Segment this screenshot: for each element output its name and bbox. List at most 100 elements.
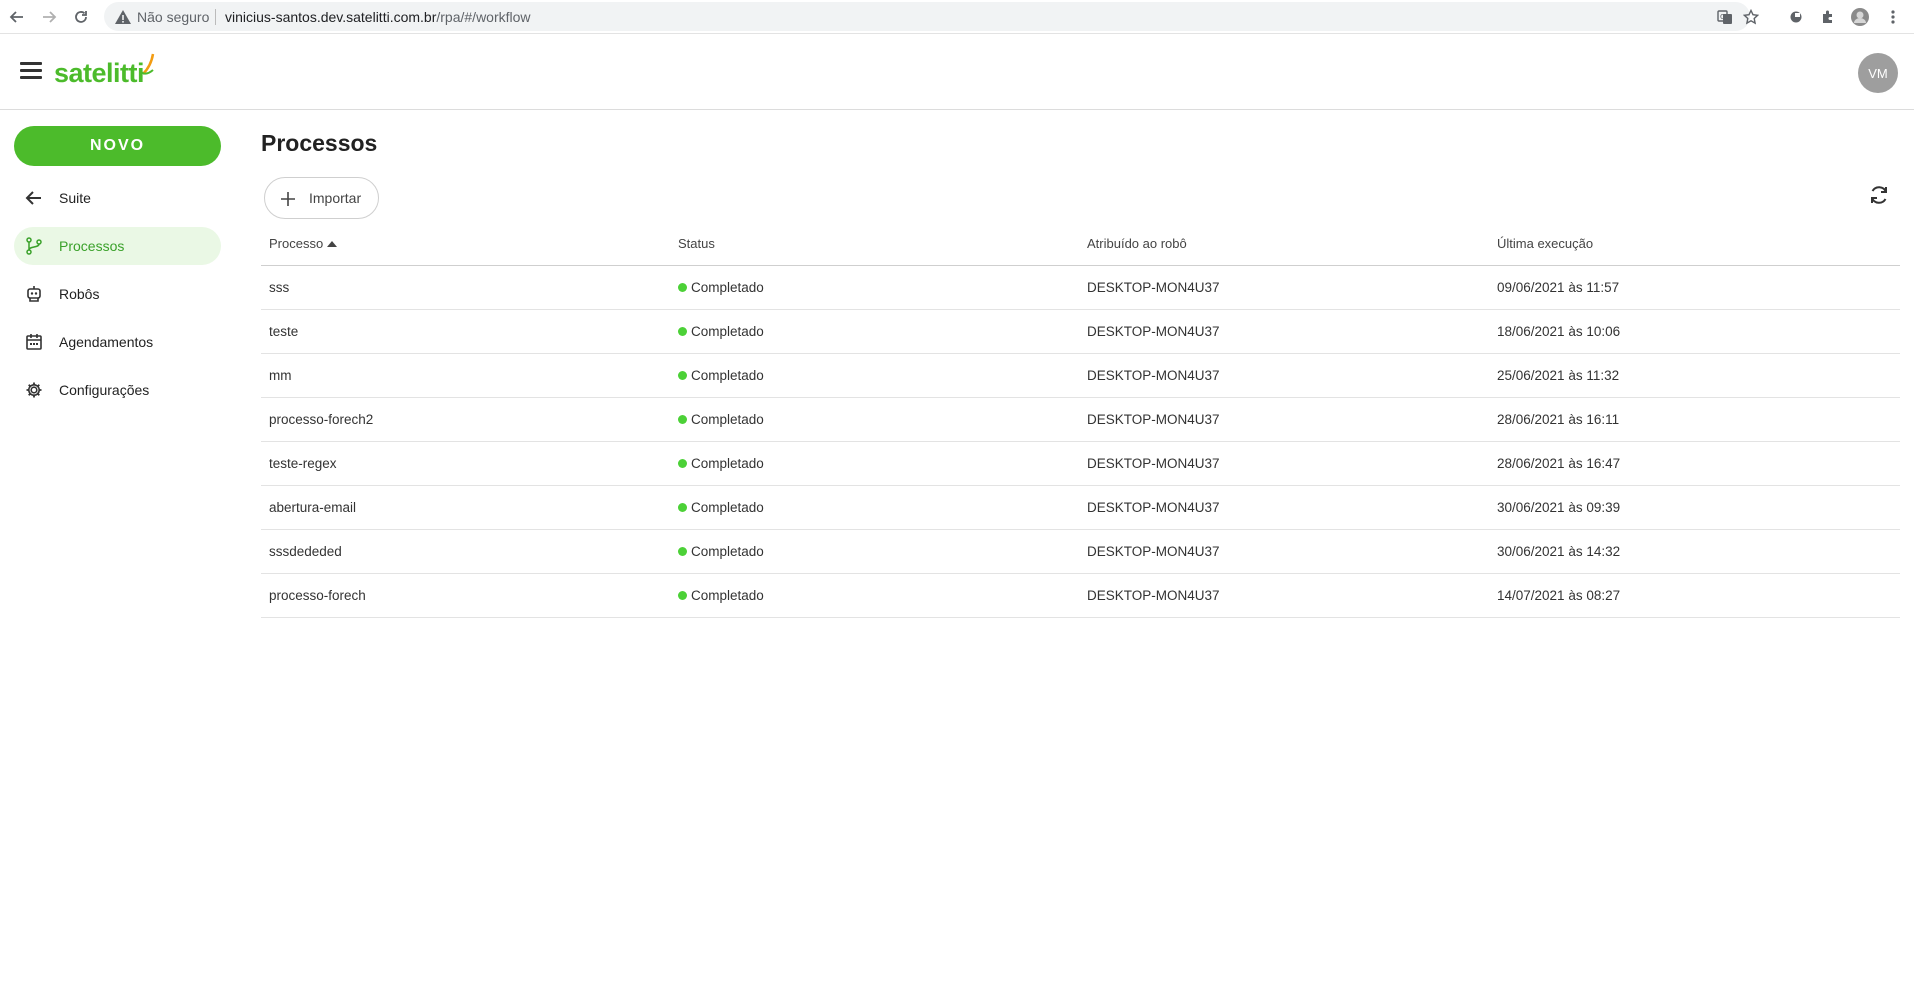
puzzle-icon[interactable] — [1818, 7, 1838, 27]
status-text: Completado — [691, 544, 764, 559]
column-header-robo[interactable]: Atribuído ao robô — [1087, 236, 1187, 251]
cell-processo[interactable]: abertura-email — [269, 500, 356, 515]
table-body: sss Completado DESKTOP-MON4U37 09/06/2021 à… — [261, 266, 1900, 618]
hamburger-menu-icon[interactable] — [20, 62, 42, 80]
cell-robo: DESKTOP-MON4U37 — [1087, 544, 1220, 559]
new-button[interactable]: NOVO — [14, 126, 221, 166]
cell-status: Completado — [678, 588, 764, 603]
processes-table: Processo Status Atribuído ao robô Última… — [261, 225, 1900, 618]
status-text: Completado — [691, 500, 764, 515]
sidebar-item-configuracoes[interactable]: Configurações — [14, 371, 221, 409]
cell-processo[interactable]: processo-forech2 — [269, 412, 373, 427]
cell-status: Completado — [678, 368, 764, 383]
import-button[interactable]: Importar — [264, 177, 379, 219]
cell-robo: DESKTOP-MON4U37 — [1087, 368, 1220, 383]
forward-icon[interactable] — [38, 6, 60, 28]
sidebar-item-label: Processos — [59, 238, 125, 254]
table-row[interactable]: abertura-email Completado DESKTOP-MON4U37 3… — [261, 486, 1900, 530]
sidebar-item-label: Suite — [59, 190, 91, 206]
url-host: vinicius-santos.dev.satelitti.com.br — [225, 9, 437, 25]
url-text[interactable]: vinicius-santos.dev.satelitti.com.br/rpa… — [225, 9, 531, 25]
star-icon[interactable] — [1742, 8, 1760, 26]
status-dot-icon — [678, 370, 687, 380]
browser-toolbar: Não seguro vinicius-santos.dev.satelitti… — [0, 0, 1914, 34]
cell-processo[interactable]: sssdededed — [269, 544, 342, 559]
refresh-icon[interactable] — [1866, 182, 1892, 208]
cell-status: Completado — [678, 280, 764, 295]
divider — [215, 9, 216, 25]
cell-robo: DESKTOP-MON4U37 — [1087, 588, 1220, 603]
table-row[interactable]: processo-forech2 Completado DESKTOP-MON4U3… — [261, 398, 1900, 442]
column-header-execucao[interactable]: Última execução — [1497, 236, 1593, 251]
column-header-processo[interactable]: Processo — [269, 236, 338, 251]
arrow-left-icon — [24, 188, 44, 208]
cell-status: Completado — [678, 456, 764, 471]
cell-execucao: 30/06/2021 às 09:39 — [1497, 500, 1621, 515]
status-dot-icon — [678, 282, 687, 292]
status-text: Completado — [691, 280, 764, 295]
status-dot-icon — [678, 458, 687, 468]
sidebar-item-agendamentos[interactable]: Agendamentos — [14, 323, 221, 361]
cell-execucao: 25/06/2021 às 11:32 — [1497, 368, 1620, 383]
page-title: Processos — [261, 130, 378, 156]
import-label: Importar — [309, 190, 362, 206]
app-header: satelitti VM — [0, 35, 1914, 110]
cell-processo[interactable]: teste-regex — [269, 456, 337, 471]
address-bar[interactable]: Não seguro vinicius-santos.dev.satelitti… — [104, 2, 1759, 31]
sidebar-item-processos[interactable]: Processos — [14, 227, 221, 265]
cell-execucao: 14/07/2021 às 08:27 — [1497, 588, 1621, 603]
table-header: Processo Status Atribuído ao robô Última… — [261, 225, 1900, 266]
status-dot-icon — [678, 590, 687, 600]
sidebar-item-label: Robôs — [59, 286, 100, 302]
profile-icon[interactable] — [1850, 7, 1870, 27]
cell-processo[interactable]: mm — [269, 368, 292, 383]
status-text: Completado — [691, 456, 764, 471]
cell-robo: DESKTOP-MON4U37 — [1087, 324, 1220, 339]
cell-processo[interactable]: sss — [269, 280, 289, 295]
sidebar-item-robos[interactable]: Robôs — [14, 275, 221, 313]
sidebar-item-label: Agendamentos — [59, 334, 154, 350]
table-row[interactable]: sssdededed Completado DESKTOP-MON4U37 30/06… — [261, 530, 1900, 574]
calendar-icon — [24, 332, 44, 352]
extension-cloud-icon[interactable] — [1786, 7, 1806, 27]
table-row[interactable]: mm Completado DESKTOP-MON4U37 25/06/2021 às… — [261, 354, 1900, 398]
status-text: Completado — [691, 588, 764, 603]
menu-kebab-icon[interactable] — [1883, 7, 1903, 27]
plus-icon — [279, 190, 297, 208]
warning-icon[interactable] — [114, 8, 132, 26]
table-row[interactable]: teste Completado DESKTOP-MON4U37 18/06/2021… — [261, 310, 1900, 354]
cell-robo: DESKTOP-MON4U37 — [1087, 500, 1220, 515]
cell-robo: DESKTOP-MON4U37 — [1087, 456, 1220, 471]
logo-text: satelitti — [54, 58, 145, 88]
table-row[interactable]: teste-regex Completado DESKTOP-MON4U37 28/0… — [261, 442, 1900, 486]
cell-execucao: 18/06/2021 às 10:06 — [1497, 324, 1621, 339]
cell-status: Completado — [678, 544, 764, 559]
cell-processo[interactable]: teste — [269, 324, 298, 339]
svg-text:G: G — [1720, 13, 1725, 21]
security-label[interactable]: Não seguro — [137, 9, 209, 25]
sidebar-item-label: Configurações — [59, 382, 150, 398]
table-row[interactable]: sss Completado DESKTOP-MON4U37 09/06/2021 à… — [261, 266, 1900, 310]
cell-status: Completado — [678, 412, 764, 427]
sidebar-item-suite[interactable]: Suite — [14, 179, 221, 217]
cell-robo: DESKTOP-MON4U37 — [1087, 412, 1220, 427]
table-row[interactable]: processo-forech Completado DESKTOP-MON4U37… — [261, 574, 1900, 618]
status-dot-icon — [678, 546, 687, 556]
status-dot-icon — [678, 502, 687, 512]
cell-execucao: 28/06/2021 às 16:11 — [1497, 412, 1620, 427]
status-dot-icon — [678, 414, 687, 424]
avatar[interactable]: VM — [1858, 53, 1898, 93]
logo[interactable]: satelitti — [54, 53, 158, 88]
cell-execucao: 28/06/2021 às 16:47 — [1497, 456, 1621, 471]
column-header-status[interactable]: Status — [678, 236, 715, 251]
translate-icon[interactable]: G — [1716, 8, 1734, 26]
status-dot-icon — [678, 326, 687, 336]
robot-icon — [24, 284, 44, 304]
back-icon[interactable] — [6, 6, 28, 28]
status-text: Completado — [691, 368, 764, 383]
status-text: Completado — [691, 324, 764, 339]
reload-icon[interactable] — [70, 6, 92, 28]
cell-processo[interactable]: processo-forech — [269, 588, 366, 603]
sort-ascending-icon[interactable] — [327, 240, 338, 247]
cell-status: Completado — [678, 324, 764, 339]
